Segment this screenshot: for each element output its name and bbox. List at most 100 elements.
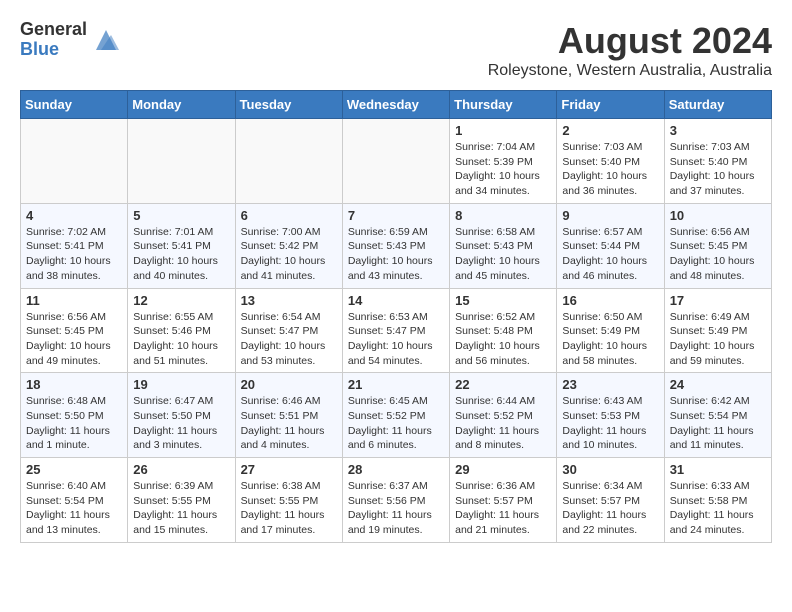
day-number: 5 — [133, 208, 229, 223]
day-header-thursday: Thursday — [450, 91, 557, 119]
calendar-cell: 23Sunrise: 6:43 AM Sunset: 5:53 PM Dayli… — [557, 373, 664, 458]
cell-content: Sunrise: 6:36 AM Sunset: 5:57 PM Dayligh… — [455, 479, 551, 538]
calendar-cell: 26 Sunrise: 6:39 AM Sunset: 5:55 PM Dayli… — [128, 458, 235, 543]
day-number: 11 — [26, 293, 122, 308]
day-number: 19 — [133, 377, 229, 392]
calendar-cell: 27 Sunrise: 6:38 AM Sunset: 5:55 PM Dayli… — [235, 458, 342, 543]
cell-content: Sunrise: 6:50 AM Sunset: 5:49 PM Dayligh… — [562, 310, 658, 369]
calendar-cell: 18 Sunrise: 6:48 AM Sunset: 5:50 PM Dayli… — [21, 373, 128, 458]
day-number: 24 — [670, 377, 766, 392]
cell-content: Sunrise: 6:48 AM Sunset: 5:50 PM Dayligh… — [26, 394, 122, 453]
day-number: 25 — [26, 462, 122, 477]
day-number: 2 — [562, 123, 658, 138]
day-number: 18 — [26, 377, 122, 392]
day-number: 7 — [348, 208, 444, 223]
calendar-cell: 3 Sunrise: 7:03 AM Sunset: 5:40 PM Daylig… — [664, 119, 771, 204]
day-number: 9 — [562, 208, 658, 223]
cell-content: Sunrise: 6:40 AM Sunset: 5:54 PM Dayligh… — [26, 479, 122, 538]
day-number: 16 — [562, 293, 658, 308]
calendar-cell: 10 Sunrise: 6:56 AM Sunset: 5:45 PM Dayli… — [664, 203, 771, 288]
calendar-cell: 31 Sunrise: 6:33 AM Sunset: 5:58 PM Dayli… — [664, 458, 771, 543]
cell-content: Sunrise: 6:58 AM Sunset: 5:43 PM Dayligh… — [455, 225, 551, 284]
calendar-week-row: 25 Sunrise: 6:40 AM Sunset: 5:54 PM Dayli… — [21, 458, 772, 543]
calendar-cell — [342, 119, 449, 204]
calendar-cell: 7 Sunrise: 6:59 AM Sunset: 5:43 PM Daylig… — [342, 203, 449, 288]
title-block: August 2024 Roleystone, Western Australi… — [488, 20, 772, 80]
day-number: 3 — [670, 123, 766, 138]
cell-content: Sunrise: 6:54 AM Sunset: 5:47 PM Dayligh… — [241, 310, 337, 369]
cell-content: Sunrise: 6:56 AM Sunset: 5:45 PM Dayligh… — [670, 225, 766, 284]
calendar-cell: 5 Sunrise: 7:01 AM Sunset: 5:41 PM Daylig… — [128, 203, 235, 288]
day-number: 8 — [455, 208, 551, 223]
calendar-cell: 29 Sunrise: 6:36 AM Sunset: 5:57 PM Dayli… — [450, 458, 557, 543]
day-number: 15 — [455, 293, 551, 308]
cell-content: Sunrise: 7:01 AM Sunset: 5:41 PM Dayligh… — [133, 225, 229, 284]
logo-general-text: General — [20, 20, 87, 40]
cell-content: Sunrise: 6:43 AM Sunset: 5:53 PM Dayligh… — [562, 394, 658, 453]
day-number: 30 — [562, 462, 658, 477]
cell-content: Sunrise: 6:57 AM Sunset: 5:44 PM Dayligh… — [562, 225, 658, 284]
cell-content: Sunrise: 6:39 AM Sunset: 5:55 PM Dayligh… — [133, 479, 229, 538]
day-number: 21 — [348, 377, 444, 392]
cell-content: Sunrise: 6:56 AM Sunset: 5:45 PM Dayligh… — [26, 310, 122, 369]
cell-content: Sunrise: 6:52 AM Sunset: 5:48 PM Dayligh… — [455, 310, 551, 369]
calendar-cell: 13 Sunrise: 6:54 AM Sunset: 5:47 PM Dayli… — [235, 288, 342, 373]
calendar-cell: 28 Sunrise: 6:37 AM Sunset: 5:56 PM Dayli… — [342, 458, 449, 543]
calendar-cell: 14Sunrise: 6:53 AM Sunset: 5:47 PM Dayli… — [342, 288, 449, 373]
cell-content: Sunrise: 6:44 AM Sunset: 5:52 PM Dayligh… — [455, 394, 551, 453]
calendar-cell: 6 Sunrise: 7:00 AM Sunset: 5:42 PM Daylig… — [235, 203, 342, 288]
calendar-cell: 30 Sunrise: 6:34 AM Sunset: 5:57 PM Dayli… — [557, 458, 664, 543]
cell-content: Sunrise: 7:00 AM Sunset: 5:42 PM Dayligh… — [241, 225, 337, 284]
day-number: 12 — [133, 293, 229, 308]
day-header-tuesday: Tuesday — [235, 91, 342, 119]
day-number: 20 — [241, 377, 337, 392]
cell-content: Sunrise: 6:59 AM Sunset: 5:43 PM Dayligh… — [348, 225, 444, 284]
calendar-cell: 24 Sunrise: 6:42 AM Sunset: 5:54 PM Dayli… — [664, 373, 771, 458]
day-number: 27 — [241, 462, 337, 477]
cell-content: Sunrise: 6:45 AM Sunset: 5:52 PM Dayligh… — [348, 394, 444, 453]
day-header-sunday: Sunday — [21, 91, 128, 119]
day-header-friday: Friday — [557, 91, 664, 119]
day-number: 28 — [348, 462, 444, 477]
cell-content: Sunrise: 6:42 AM Sunset: 5:54 PM Dayligh… — [670, 394, 766, 453]
cell-content: Sunrise: 6:47 AM Sunset: 5:50 PM Dayligh… — [133, 394, 229, 453]
calendar-header-row: SundayMondayTuesdayWednesdayThursdayFrid… — [21, 91, 772, 119]
day-number: 10 — [670, 208, 766, 223]
calendar-cell: 19 Sunrise: 6:47 AM Sunset: 5:50 PM Dayli… — [128, 373, 235, 458]
day-header-saturday: Saturday — [664, 91, 771, 119]
calendar-week-row: 1Sunrise: 7:04 AM Sunset: 5:39 PM Daylig… — [21, 119, 772, 204]
cell-content: Sunrise: 7:02 AM Sunset: 5:41 PM Dayligh… — [26, 225, 122, 284]
calendar-week-row: 4 Sunrise: 7:02 AM Sunset: 5:41 PM Daylig… — [21, 203, 772, 288]
cell-content: Sunrise: 6:49 AM Sunset: 5:49 PM Dayligh… — [670, 310, 766, 369]
cell-content: Sunrise: 7:03 AM Sunset: 5:40 PM Dayligh… — [670, 140, 766, 199]
logo-blue-text: Blue — [20, 40, 87, 60]
cell-content: Sunrise: 6:38 AM Sunset: 5:55 PM Dayligh… — [241, 479, 337, 538]
cell-content: Sunrise: 6:34 AM Sunset: 5:57 PM Dayligh… — [562, 479, 658, 538]
calendar-cell: 8 Sunrise: 6:58 AM Sunset: 5:43 PM Daylig… — [450, 203, 557, 288]
calendar-week-row: 18 Sunrise: 6:48 AM Sunset: 5:50 PM Dayli… — [21, 373, 772, 458]
day-number: 17 — [670, 293, 766, 308]
cell-content: Sunrise: 6:55 AM Sunset: 5:46 PM Dayligh… — [133, 310, 229, 369]
day-number: 29 — [455, 462, 551, 477]
logo-icon — [91, 25, 121, 55]
calendar-cell: 12 Sunrise: 6:55 AM Sunset: 5:46 PM Dayli… — [128, 288, 235, 373]
cell-content: Sunrise: 6:46 AM Sunset: 5:51 PM Dayligh… — [241, 394, 337, 453]
cell-content: Sunrise: 6:33 AM Sunset: 5:58 PM Dayligh… — [670, 479, 766, 538]
calendar-cell: 11 Sunrise: 6:56 AM Sunset: 5:45 PM Dayli… — [21, 288, 128, 373]
logo: General Blue — [20, 20, 121, 60]
calendar-cell: 25 Sunrise: 6:40 AM Sunset: 5:54 PM Dayli… — [21, 458, 128, 543]
day-number: 4 — [26, 208, 122, 223]
calendar-cell: 4 Sunrise: 7:02 AM Sunset: 5:41 PM Daylig… — [21, 203, 128, 288]
calendar-cell — [21, 119, 128, 204]
day-number: 6 — [241, 208, 337, 223]
day-number: 13 — [241, 293, 337, 308]
calendar-cell: 21 Sunrise: 6:45 AM Sunset: 5:52 PM Dayli… — [342, 373, 449, 458]
month-year-title: August 2024 — [488, 20, 772, 62]
day-number: 1 — [455, 123, 551, 138]
cell-content: Sunrise: 6:37 AM Sunset: 5:56 PM Dayligh… — [348, 479, 444, 538]
calendar-cell: 16 Sunrise: 6:50 AM Sunset: 5:49 PM Dayli… — [557, 288, 664, 373]
day-number: 31 — [670, 462, 766, 477]
day-number: 26 — [133, 462, 229, 477]
calendar-week-row: 11 Sunrise: 6:56 AM Sunset: 5:45 PM Dayli… — [21, 288, 772, 373]
calendar-table: SundayMondayTuesdayWednesdayThursdayFrid… — [20, 90, 772, 543]
